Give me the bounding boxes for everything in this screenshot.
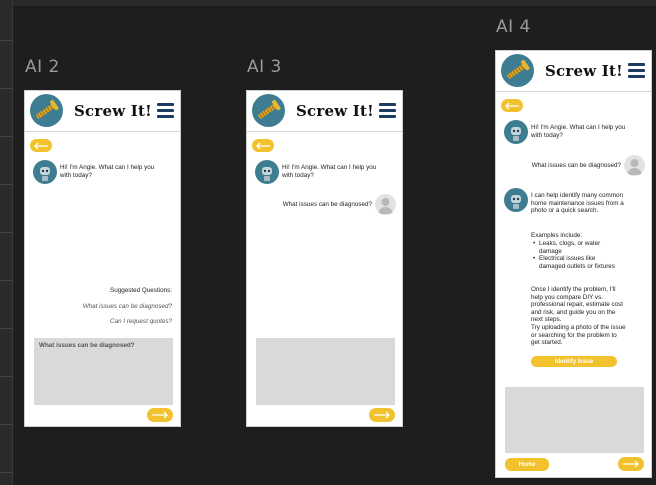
send-button[interactable]	[147, 408, 173, 422]
frame-label-ai4[interactable]: AI 4	[496, 17, 531, 37]
frame-label-ai2[interactable]: AI 2	[25, 57, 60, 77]
brand-title: Screw It!	[74, 102, 152, 120]
brand-title: Screw It!	[545, 62, 623, 80]
arrow-left-icon	[256, 142, 270, 149]
robot-avatar-icon	[504, 120, 528, 144]
bot-reply-outro: Once I identify the problem, I'll help y…	[531, 286, 624, 324]
canvas-top-strip	[13, 0, 656, 6]
hamburger-menu-icon[interactable]	[628, 63, 645, 79]
suggestion-item[interactable]: Can I request quotes?	[110, 318, 172, 325]
send-button[interactable]	[369, 408, 395, 422]
bot-greeting: Hi! I'm Angie. What can I help you with …	[60, 164, 155, 179]
arrow-right-icon	[623, 460, 639, 468]
send-button[interactable]	[618, 457, 644, 471]
back-button[interactable]	[252, 139, 274, 152]
arrow-right-icon	[374, 411, 390, 419]
bot-reply-tip: Try uploading a photo of the issue or se…	[531, 324, 626, 347]
app-header: Screw It!	[496, 51, 651, 92]
list-item: Electrical issues like damaged outlets o…	[532, 255, 620, 270]
brand-title: Screw It!	[296, 102, 374, 120]
arrow-right-icon	[152, 411, 168, 419]
identify-issue-button[interactable]: Identify Issue	[531, 356, 617, 367]
app-header: Screw It!	[247, 91, 402, 132]
robot-avatar-icon	[33, 160, 57, 184]
examples-title: Examples include:	[531, 232, 583, 239]
screw-logo-icon[interactable]	[30, 94, 63, 127]
bot-greeting: Hi! I'm Angie. What can I help you with …	[531, 124, 626, 139]
bot-reply-intro: I can help identify many common home mai…	[531, 192, 624, 215]
canvas-ruler	[0, 0, 13, 485]
frame-label-ai3[interactable]: AI 3	[247, 57, 282, 77]
hamburger-menu-icon[interactable]	[379, 103, 396, 119]
back-button[interactable]	[501, 99, 523, 112]
user-avatar-icon	[624, 155, 645, 176]
list-item: Leaks, clogs, or water damage	[532, 240, 620, 255]
message-input[interactable]	[256, 338, 395, 405]
app-header: Screw It!	[25, 91, 180, 132]
suggestions-title: Suggested Questions:	[110, 287, 172, 294]
screw-logo-icon[interactable]	[252, 94, 285, 127]
screw-logo-icon[interactable]	[501, 54, 534, 87]
robot-avatar-icon	[255, 160, 279, 184]
message-input[interactable]	[505, 387, 644, 453]
robot-avatar-icon	[504, 188, 528, 212]
arrow-left-icon	[505, 102, 519, 109]
frame-ai4[interactable]: Screw It! Hi! I'm Angie. What can I help…	[495, 50, 652, 478]
home-button[interactable]: Home	[505, 458, 549, 471]
user-message: What issues can be diagnosed?	[531, 162, 621, 169]
arrow-left-icon	[34, 142, 48, 149]
user-message: What issues can be diagnosed?	[282, 201, 372, 208]
user-avatar-icon	[375, 194, 396, 215]
message-input[interactable]: What issues can be diagnosed?	[34, 338, 173, 405]
examples-list: Leaks, clogs, or water damage Electrical…	[532, 240, 620, 270]
suggestion-item[interactable]: What issues can be diagnosed?	[83, 303, 172, 310]
bot-greeting: Hi! I'm Angie. What can I help you with …	[282, 164, 377, 179]
hamburger-menu-icon[interactable]	[157, 103, 174, 119]
frame-ai2[interactable]: Screw It! Hi! I'm Angie. What can I help…	[24, 90, 181, 427]
frame-ai3[interactable]: Screw It! Hi! I'm Angie. What can I help…	[246, 90, 403, 427]
back-button[interactable]	[30, 139, 52, 152]
input-value: What issues can be diagnosed?	[39, 342, 135, 349]
